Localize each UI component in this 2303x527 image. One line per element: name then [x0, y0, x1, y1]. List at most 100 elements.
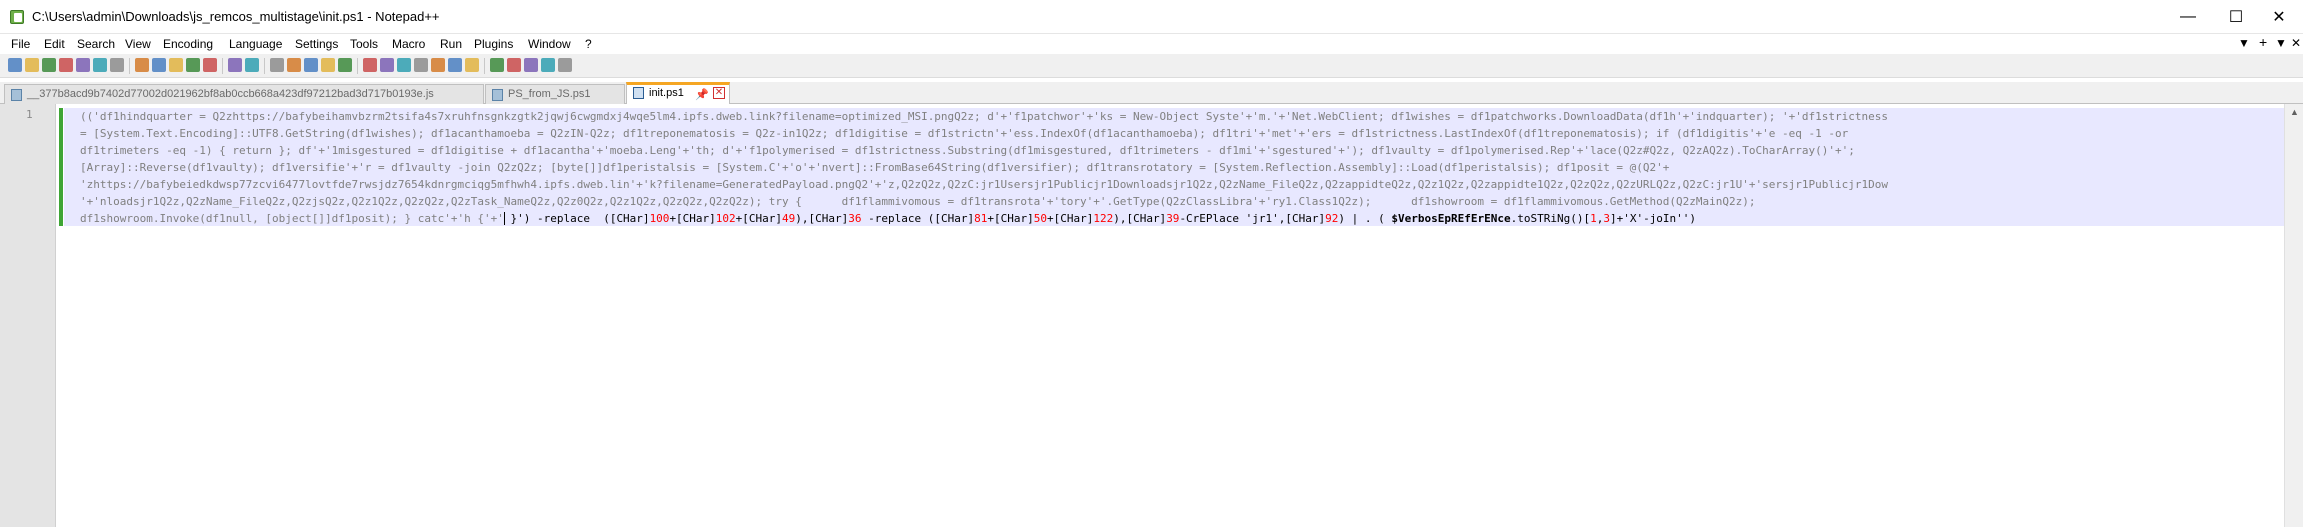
code-token: 122 [1093, 212, 1114, 225]
sync-horizontal-icon[interactable] [321, 58, 335, 72]
close-icon: ✕ [2272, 9, 2286, 26]
save-icon[interactable] [42, 58, 56, 72]
stop-macro-icon[interactable] [507, 58, 521, 72]
new-file-icon[interactable] [8, 58, 22, 72]
file-icon [492, 89, 503, 101]
code-line[interactable]: 'zhttps://bafybeiedkdwsp77zcvi6477lovtfd… [80, 178, 1888, 191]
code-token: 3 [1603, 212, 1610, 225]
udl-icon[interactable] [397, 58, 411, 72]
minimize-icon: — [2180, 8, 2196, 25]
close-icon[interactable] [76, 58, 90, 72]
code-token: +[CHar] [1046, 212, 1094, 225]
code-line[interactable]: '+'nloadsjr1Q2z,Q2zName_FileQ2z,Q2zjsQ2z… [80, 195, 1756, 208]
folder-workspace-icon[interactable] [448, 58, 462, 72]
monitoring-icon[interactable] [465, 58, 479, 72]
tab-malicious-js[interactable]: __377b8acd9b7402d77002d021962bf8ab0ccb66… [4, 84, 484, 104]
code-token: ),[CHar] [795, 212, 849, 225]
code-token: = [System.Text.Encoding]::UTF8.GetString… [80, 127, 1849, 140]
code-token: +[CHar] [735, 212, 783, 225]
tab-label: init.ps1 [649, 87, 684, 99]
minimize-button[interactable]: — [2164, 0, 2212, 34]
sync-vertical-icon[interactable] [304, 58, 318, 72]
find-icon[interactable] [228, 58, 242, 72]
code-token: [Array]::Reverse(df1vaulty); df1versifie… [80, 161, 1670, 174]
record-macro-icon[interactable] [490, 58, 504, 72]
code-token: 'zhttps://bafybeiedkdwsp77zcvi6477lovtfd… [80, 178, 1888, 191]
code-token: '+'nloadsjr1Q2z,Q2zName_FileQ2z,Q2zjsQ2z… [80, 195, 1756, 208]
tab-close-icon[interactable]: ✕ [713, 87, 725, 99]
play-macro-icon[interactable] [524, 58, 538, 72]
close-doc-icon[interactable]: ✕ [2291, 36, 2301, 50]
save-all-icon[interactable] [59, 58, 73, 72]
code-token: ),[CHar] [1113, 212, 1167, 225]
code-line[interactable]: [Array]::Reverse(df1vaulty); df1versifie… [80, 161, 1669, 174]
indent-guide-icon[interactable] [380, 58, 394, 72]
tab-label: __377b8acd9b7402d77002d021962bf8ab0ccb66… [27, 88, 434, 100]
word-wrap-icon[interactable] [338, 58, 352, 72]
menu-language[interactable]: Language [229, 37, 282, 51]
menu-encoding[interactable]: Encoding [163, 37, 213, 51]
toolbar-separator [357, 58, 358, 74]
cut-icon[interactable] [135, 58, 149, 72]
open-file-icon[interactable] [25, 58, 39, 72]
code-line[interactable]: df1trimeters -eq -1) { return }; df'+'1m… [80, 144, 1855, 157]
menu-help[interactable]: ? [585, 37, 592, 51]
replace-icon[interactable] [245, 58, 259, 72]
pin-icon[interactable]: 📌 [695, 87, 709, 104]
menu-edit[interactable]: Edit [44, 37, 65, 51]
menu-settings[interactable]: Settings [295, 37, 338, 51]
tab-list-icon[interactable]: ▼ [2275, 36, 2287, 50]
toolbar-separator [129, 58, 130, 74]
code-line[interactable]: = [System.Text.Encoding]::UTF8.GetString… [80, 127, 1848, 140]
doc-map-icon[interactable] [414, 58, 428, 72]
menu-run[interactable]: Run [440, 37, 462, 51]
show-all-chars-icon[interactable] [363, 58, 377, 72]
maximize-icon: ☐ [2228, 9, 2244, 26]
menu-view[interactable]: View [125, 37, 151, 51]
menu-dropdown-icon[interactable]: ▼ [2238, 36, 2250, 50]
zoom-out-icon[interactable] [287, 58, 301, 72]
menu-search[interactable]: Search [77, 37, 115, 51]
menu-plugins[interactable]: Plugins [474, 37, 513, 51]
paste-icon[interactable] [169, 58, 183, 72]
window-title: C:\Users\admin\Downloads\js_remcos_multi… [32, 9, 440, 24]
tab-label: PS_from_JS.ps1 [508, 88, 591, 100]
editor[interactable]: 1 ▲ (('df1hindquarter = Q2zhttps://bafyb… [0, 104, 2303, 527]
scroll-up-icon[interactable]: ▲ [2285, 104, 2303, 121]
undo-icon[interactable] [186, 58, 200, 72]
zoom-in-icon[interactable] [270, 58, 284, 72]
code-token: ]+'X'-joIn'') [1609, 212, 1697, 225]
run-macro-multiple-icon[interactable] [541, 58, 555, 72]
menu-macro[interactable]: Macro [392, 37, 425, 51]
code-token: 50 [1033, 212, 1047, 225]
line-number: 1 [26, 108, 33, 121]
code-token: }') [503, 212, 537, 225]
close-button[interactable]: ✕ [2255, 0, 2303, 34]
tab-bar: __377b8acd9b7402d77002d021962bf8ab0ccb66… [0, 82, 2303, 104]
toolbar-separator [484, 58, 485, 74]
menu-tools[interactable]: Tools [350, 37, 378, 51]
code-token: -replace ([CHar] [861, 212, 975, 225]
maximize-button[interactable]: ☐ [2212, 0, 2260, 34]
code-token: 39 [1166, 212, 1180, 225]
code-token: 92 [1325, 212, 1339, 225]
vertical-scrollbar[interactable]: ▲ [2284, 104, 2303, 527]
tab-ps-from-js[interactable]: PS_from_JS.ps1 [485, 84, 625, 104]
code-token: (('df1hindquarter = Q2zhttps://bafybeiha… [80, 110, 1888, 123]
code-line[interactable]: (('df1hindquarter = Q2zhttps://bafybeiha… [80, 110, 1888, 123]
function-list-icon[interactable] [431, 58, 445, 72]
new-tab-icon[interactable]: + [2259, 34, 2267, 50]
tab-init-ps1[interactable]: init.ps1 📌 ✕ [626, 82, 730, 104]
menu-bar: File Edit Search View Encoding Language … [0, 34, 2303, 54]
code-token: 36 [848, 212, 862, 225]
line-number-gutter: 1 [0, 104, 56, 527]
print-icon[interactable] [110, 58, 124, 72]
menu-file[interactable]: File [11, 37, 30, 51]
code-line[interactable]: df1showroom.Invoke(df1null, [object[]]df… [80, 212, 1696, 225]
close-all-icon[interactable] [93, 58, 107, 72]
copy-icon[interactable] [152, 58, 166, 72]
redo-icon[interactable] [203, 58, 217, 72]
save-macro-icon[interactable] [558, 58, 572, 72]
code-token: df1showroom.Invoke(df1null, [object[]]df… [80, 212, 504, 225]
menu-window[interactable]: Window [528, 37, 571, 51]
